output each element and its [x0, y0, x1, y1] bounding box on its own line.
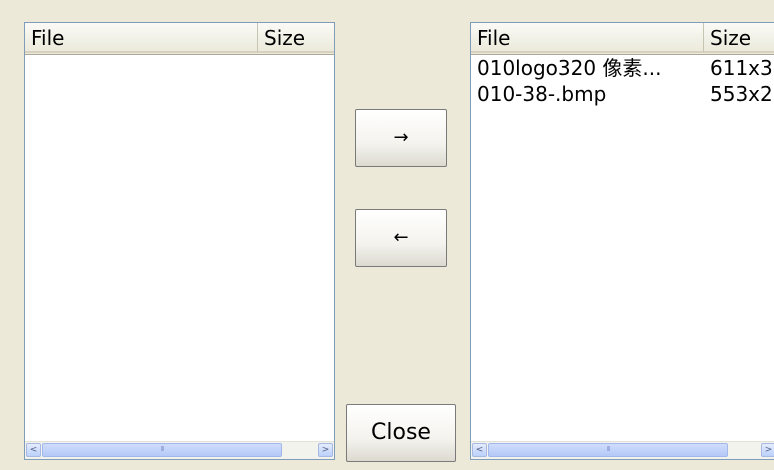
file-name-cell: 010logo320 像素... [477, 56, 662, 80]
move-left-button[interactable]: ← [355, 209, 447, 267]
file-size-cell: 553x2 [710, 82, 773, 106]
close-button[interactable]: Close [346, 404, 456, 462]
scroll-right-arrow-icon[interactable]: > [761, 443, 774, 457]
scroll-thumb[interactable]: III [42, 443, 282, 457]
file-size-cell: 611x3 [710, 56, 773, 80]
left-list-header: File Size [25, 23, 334, 55]
left-col-file-header[interactable]: File [25, 23, 258, 53]
scroll-right-arrow-icon[interactable]: > [318, 443, 333, 457]
right-file-list[interactable]: File Size 010logo320 像素... 611x3 010-38-… [470, 22, 774, 460]
list-item[interactable]: 010logo320 像素... 611x3 [471, 55, 774, 81]
left-col-size-header[interactable]: Size [258, 23, 334, 53]
right-col-file-header[interactable]: File [471, 23, 704, 53]
left-file-list[interactable]: File Size < III > [24, 22, 335, 460]
scroll-left-arrow-icon[interactable]: < [26, 443, 41, 457]
right-list-header: File Size [471, 23, 774, 55]
left-horizontal-scrollbar[interactable]: < III > [25, 441, 334, 459]
right-col-size-header[interactable]: Size [704, 23, 774, 53]
list-item[interactable]: 010-38-.bmp 553x2 [471, 81, 774, 107]
scroll-left-arrow-icon[interactable]: < [472, 443, 487, 457]
right-horizontal-scrollbar[interactable]: < III > [471, 441, 774, 459]
move-right-button[interactable]: → [355, 109, 447, 167]
file-name-cell: 010-38-.bmp [477, 82, 607, 106]
scroll-thumb[interactable]: III [488, 443, 728, 457]
